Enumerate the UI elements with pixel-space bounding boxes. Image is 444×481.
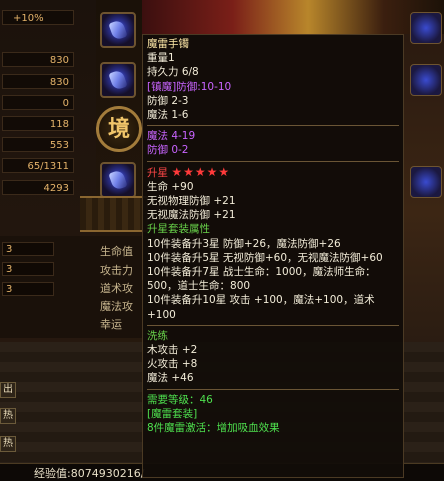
attribute-value: 3: [2, 242, 54, 256]
item-tooltip: 魔雷手镯 重量1 持久力 6/8 [镇魔]防御:10-10 防御 2-3 魔法 …: [142, 34, 404, 478]
divider: [147, 324, 399, 326]
attribute-value: 3: [2, 282, 54, 296]
refine-line: 火攻击 +8: [147, 358, 198, 371]
divider: [147, 388, 399, 390]
item-refine-defense: [镇魔]防御:10-10: [147, 80, 232, 93]
stat-value: 830: [2, 52, 74, 67]
realm-button[interactable]: 境: [96, 106, 142, 152]
attribute-label: 幸运: [100, 318, 122, 331]
equipment-slot-right-1[interactable]: [410, 12, 442, 44]
attribute-label: 道术攻: [100, 282, 133, 295]
side-tab-button[interactable]: 热: [0, 436, 16, 452]
set-bonus-header: 升星套装属性: [147, 223, 210, 236]
star-rating-icon: ★★★★★: [171, 164, 231, 179]
divider: [147, 125, 399, 127]
equipment-slot-right-3[interactable]: [410, 166, 442, 198]
side-tab-button[interactable]: 出: [0, 382, 16, 398]
refine-line: 魔法 +46: [147, 372, 194, 385]
set-bonus-line: 10件装备升7星 战士生命：1000，魔法师生命：500，道士生命：800: [147, 266, 376, 293]
attribute-label: 生命值: [100, 245, 133, 258]
set-bonus-line: 10件装备升10星 攻击 +100，魔法+100，道术+100: [147, 294, 375, 321]
item-defense-bonus: 防御 0-2: [147, 144, 189, 157]
stat-value: +10%: [2, 10, 74, 25]
star-stat-line: 无视魔法防御 +21: [147, 209, 236, 222]
divider: [147, 160, 399, 162]
item-magic-bonus: 魔法 4-19: [147, 130, 196, 143]
refine-header: 洗练: [147, 329, 168, 342]
stat-value: 0: [2, 95, 74, 110]
ornament-divider: [80, 196, 148, 232]
item-defense: 防御 2-3: [147, 94, 189, 107]
equipment-slot-ring[interactable]: [100, 162, 136, 198]
attribute-label: 魔法攻: [100, 300, 133, 313]
character-portrait-art: [142, 0, 444, 34]
stat-value: 830: [2, 74, 74, 89]
stat-value: 4293: [2, 180, 74, 195]
item-weight: 重量1: [147, 52, 175, 65]
refine-line: 木攻击 +2: [147, 344, 198, 357]
attribute-value: 3: [2, 262, 54, 276]
item-magic: 魔法 1-6: [147, 109, 189, 122]
stat-value: 65/1311: [2, 158, 74, 173]
upgrade-star-row: 升星 ★★★★★: [147, 165, 399, 180]
star-stat-line: 无视物理防御 +21: [147, 195, 236, 208]
experience-label: 经验值:8074930216/: [34, 467, 145, 480]
equipment-slot-helmet[interactable]: [100, 12, 136, 48]
side-tab-button[interactable]: 热: [0, 408, 16, 424]
set-name: [魔雷套装]: [147, 407, 198, 420]
upgrade-star-label: 升星: [147, 166, 168, 179]
stat-value: 118: [2, 116, 74, 131]
attribute-label: 攻击力: [100, 264, 133, 277]
stat-value: 553: [2, 137, 74, 152]
equipment-slot-right-2[interactable]: [410, 64, 442, 96]
item-name: 魔雷手镯: [147, 38, 189, 50]
level-requirement: 需要等级：46: [147, 393, 213, 406]
set-bonus-line: 10件装备升3星 防御+26，魔法防御+26: [147, 237, 341, 250]
set-bonus-line: 10件装备升5星 无视防御+60，无视魔法防御+60: [147, 251, 383, 264]
equipment-slot-bracelet[interactable]: [100, 62, 136, 98]
item-durability: 持久力 6/8: [147, 66, 199, 79]
set-effect: 8件魔雷激活：增加吸血效果: [147, 422, 280, 435]
star-stat-line: 生命 +90: [147, 180, 194, 193]
